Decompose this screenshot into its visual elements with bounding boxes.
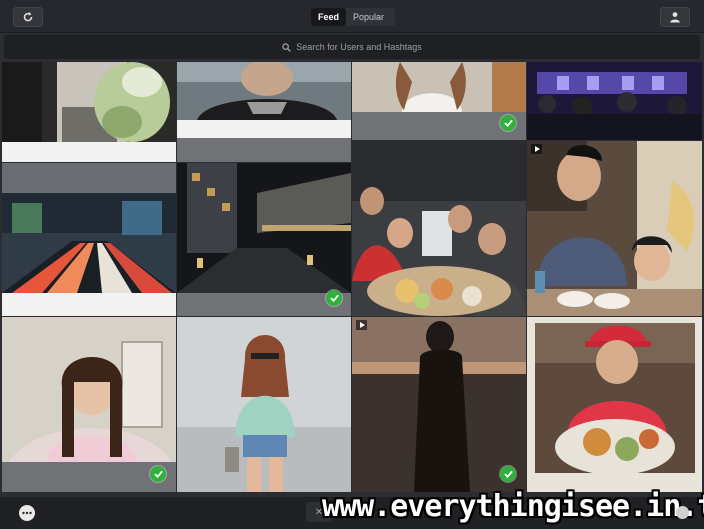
info-icon[interactable] xyxy=(676,506,689,519)
caption-area xyxy=(177,293,351,316)
photo-image xyxy=(527,62,702,140)
photo-image xyxy=(352,141,526,316)
profile-button[interactable] xyxy=(660,7,690,27)
photo-grid xyxy=(2,62,702,497)
search-icon xyxy=(282,42,292,52)
check-icon xyxy=(326,290,342,306)
check-icon xyxy=(150,466,166,482)
top-bar: Feed Popular xyxy=(0,0,704,33)
photo-tile[interactable] xyxy=(2,317,176,492)
search-input[interactable]: Search for Users and Hashtags xyxy=(4,35,700,59)
caption-area xyxy=(177,120,351,138)
video-play-icon xyxy=(356,320,367,330)
photo-tile[interactable] xyxy=(352,141,526,316)
search-placeholder: Search for Users and Hashtags xyxy=(296,42,422,52)
photo-image xyxy=(177,163,351,293)
check-icon xyxy=(500,466,516,482)
photo-tile[interactable] xyxy=(527,62,702,140)
photo-tile[interactable] xyxy=(352,317,526,492)
photo-tile[interactable] xyxy=(352,62,526,140)
watermark-text: www.everythingisee.in.th xyxy=(322,489,704,524)
photo-image xyxy=(527,317,702,492)
photo-tile[interactable] xyxy=(2,62,176,162)
chat-bubble-icon xyxy=(22,511,32,515)
photo-tile[interactable] xyxy=(177,163,351,316)
feed-popular-toggle: Feed Popular xyxy=(311,8,395,26)
caption-area xyxy=(177,138,351,162)
tab-popular[interactable]: Popular xyxy=(346,8,391,26)
photo-tile[interactable] xyxy=(527,317,702,492)
photo-tile[interactable] xyxy=(2,163,176,316)
photo-image xyxy=(527,141,702,316)
photo-image xyxy=(352,317,526,492)
photo-tile[interactable] xyxy=(177,317,351,492)
photo-image xyxy=(2,163,176,293)
tab-feed[interactable]: Feed xyxy=(311,8,347,26)
refresh-button[interactable] xyxy=(13,7,43,27)
video-play-icon xyxy=(531,144,542,154)
comments-button[interactable] xyxy=(19,505,35,521)
photo-tile[interactable] xyxy=(177,62,351,162)
caption-area xyxy=(2,293,176,316)
check-icon xyxy=(500,115,516,131)
photo-image xyxy=(177,317,351,492)
photo-image xyxy=(352,62,526,112)
caption-area xyxy=(2,142,176,162)
refresh-icon xyxy=(22,11,34,23)
photo-image xyxy=(177,62,351,120)
profile-icon xyxy=(669,11,681,23)
photo-tile[interactable] xyxy=(527,141,702,316)
photo-image xyxy=(2,62,176,142)
